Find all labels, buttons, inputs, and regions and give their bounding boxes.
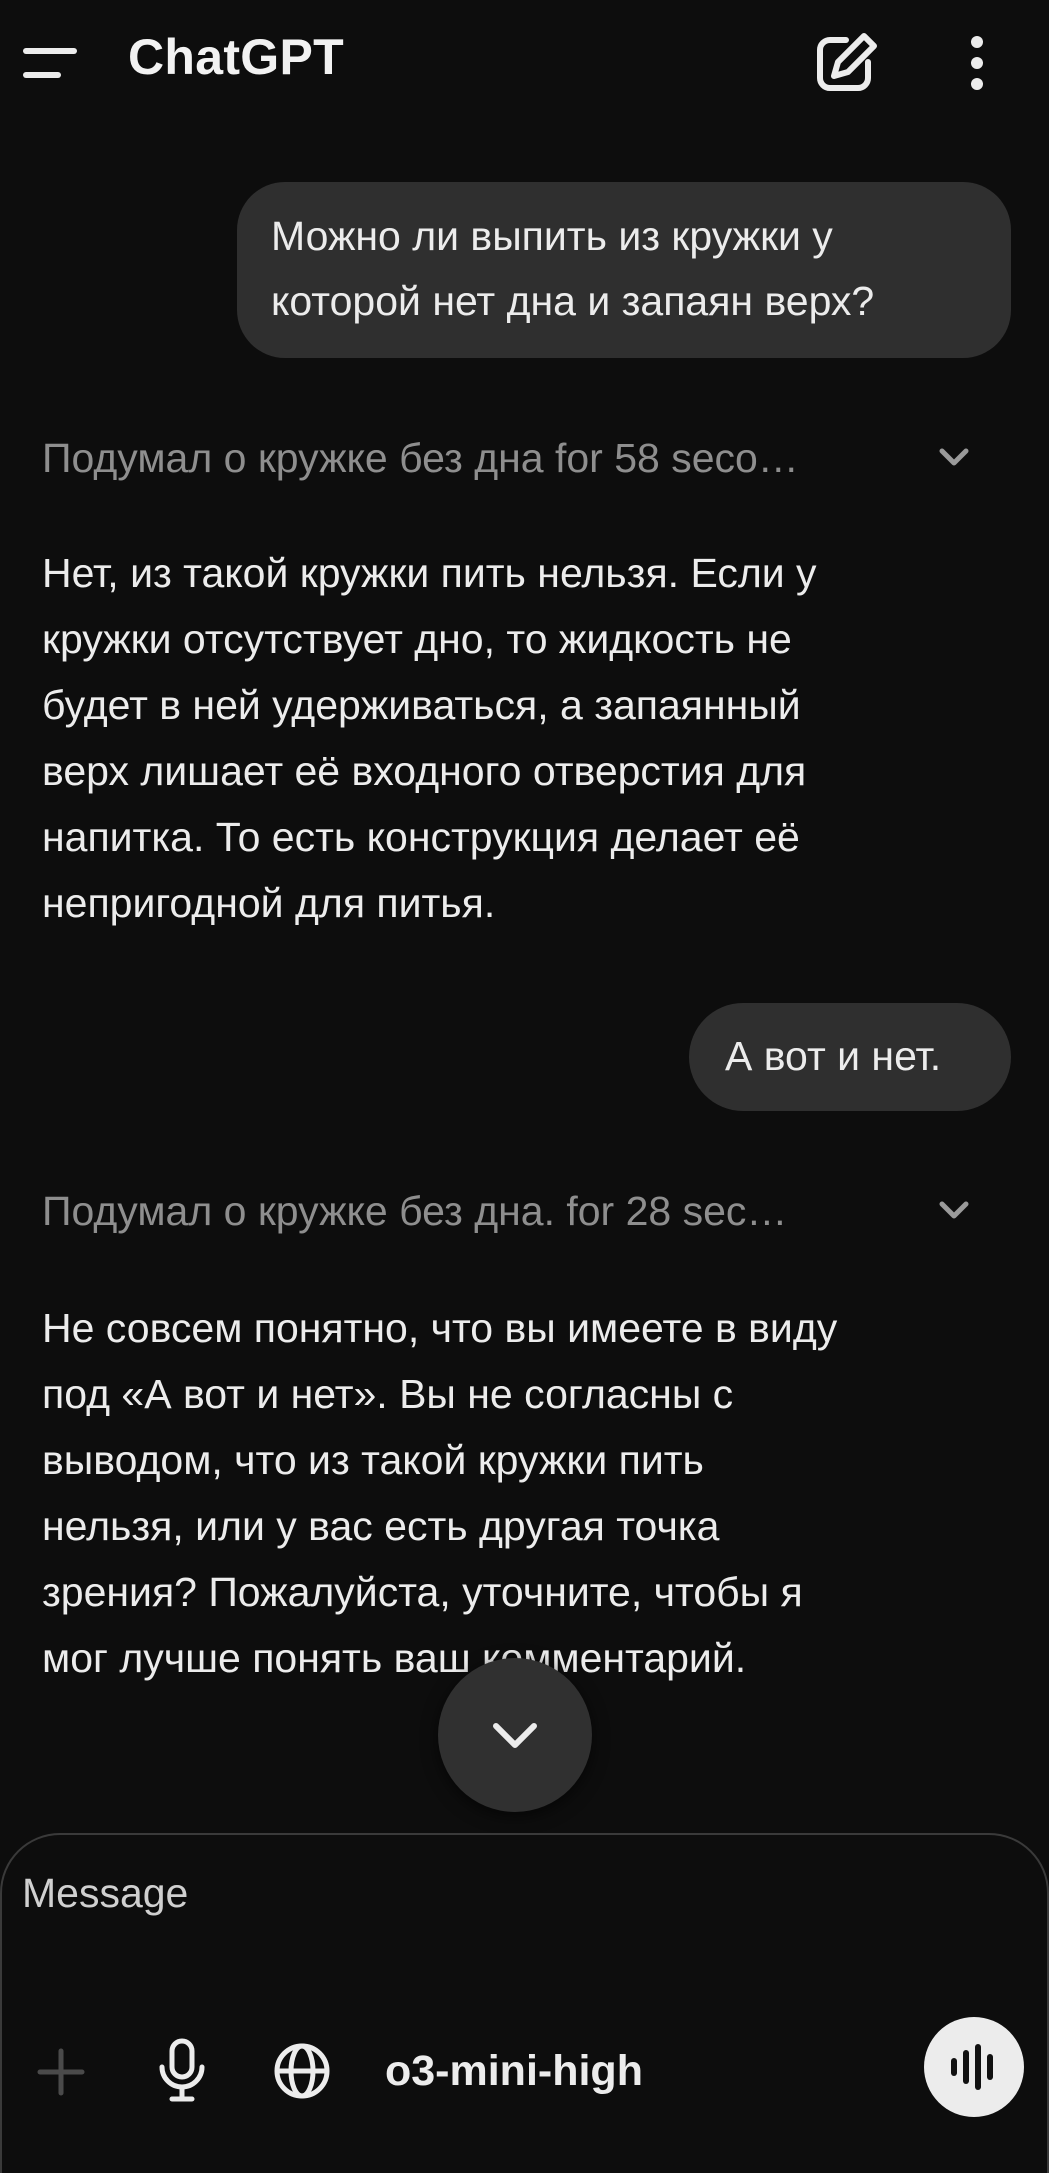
attach-button[interactable]: [34, 2045, 88, 2099]
user-message[interactable]: А вот и нет.: [689, 1003, 1011, 1111]
reasoning-summary-text: Подумал о кружке без дна for 58 seco…: [42, 435, 799, 481]
scroll-to-bottom-button[interactable]: [438, 1658, 592, 1812]
plus-icon: [37, 2048, 85, 2096]
assistant-message: Нет, из такой кружки пить нельзя. Если у…: [42, 540, 1002, 936]
composer: o3-mini-high: [0, 1833, 1049, 2173]
top-bar: ChatGPT: [0, 0, 1049, 122]
message-input[interactable]: [22, 1863, 1002, 1923]
assistant-message-line: напитка. То есть конструкция делает её: [42, 814, 800, 860]
hamburger-icon[interactable]: [18, 34, 88, 94]
user-message-line: А вот и нет.: [725, 1033, 942, 1079]
globe-icon: [274, 2043, 330, 2099]
chevron-down-icon: [493, 1723, 537, 1748]
assistant-message-line: под «А вот и нет». Вы не согласны с: [42, 1371, 734, 1417]
assistant-message-line: будет в ней удерживаться, а запаянный: [42, 682, 801, 728]
kebab-icon: [971, 36, 983, 90]
assistant-message-line: зрения? Пожалуйста, уточните, чтобы я: [42, 1569, 803, 1615]
mic-icon: [159, 2038, 205, 2102]
assistant-message-line: нельзя, или у вас есть другая точка: [42, 1503, 720, 1549]
assistant-message-line: верх лишает её входного отверстия для: [42, 748, 807, 794]
reasoning-summary-text: Подумал о кружке без дна. for 28 sec…: [42, 1188, 788, 1234]
reasoning-summary-toggle[interactable]: Подумал о кружке без дна. for 28 sec…: [42, 1181, 982, 1241]
assistant-message-line: непригодной для питья.: [42, 880, 496, 926]
assistant-message-line: выводом, что из такой кружки пить: [42, 1437, 704, 1483]
more-options-button[interactable]: [952, 30, 1002, 96]
edit-icon: [817, 33, 877, 91]
web-search-button[interactable]: [270, 2039, 334, 2103]
assistant-message-line: Не совсем понятно, что вы имеете в виду: [42, 1305, 838, 1351]
assistant-message-line: кружки отсутствует дно, то жидкость не: [42, 616, 792, 662]
user-message[interactable]: Можно ли выпить из кружки у которой нет …: [237, 182, 1011, 358]
user-message-line: Можно ли выпить из кружки у: [271, 213, 833, 259]
voice-mode-icon: [951, 2044, 993, 2090]
new-chat-button[interactable]: [812, 30, 882, 96]
assistant-message: Не совсем понятно, что вы имеете в виду …: [42, 1295, 1002, 1691]
app-title[interactable]: ChatGPT: [128, 28, 344, 86]
model-selector[interactable]: o3-mini-high: [385, 2041, 643, 2101]
reasoning-summary-toggle[interactable]: Подумал о кружке без дна for 58 seco…: [42, 428, 982, 488]
user-message-line: которой нет дна и запаян верх?: [271, 278, 875, 324]
dictation-button[interactable]: [154, 2037, 210, 2105]
chevron-down-icon: [934, 440, 974, 476]
chevron-down-icon: [934, 1193, 974, 1229]
voice-mode-button[interactable]: [924, 2017, 1024, 2117]
assistant-message-line: Нет, из такой кружки пить нельзя. Если у: [42, 550, 817, 596]
